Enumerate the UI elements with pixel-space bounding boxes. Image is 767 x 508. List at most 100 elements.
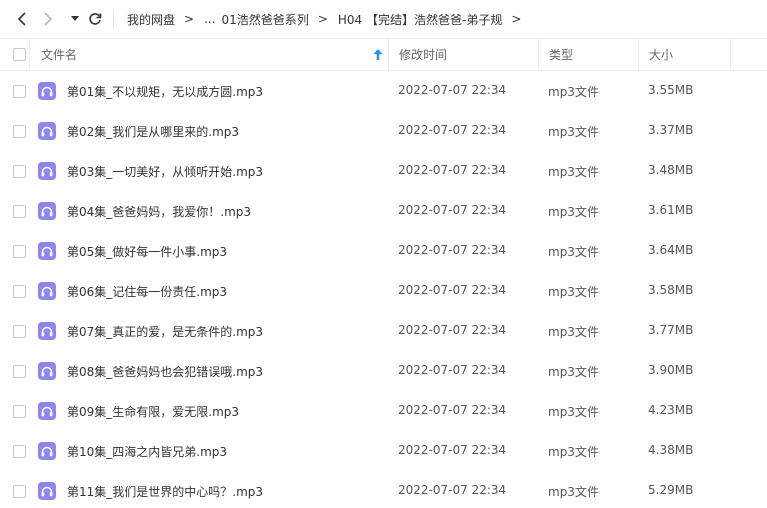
audio-file-icon	[38, 402, 56, 420]
row-checkbox[interactable]	[13, 405, 26, 418]
file-name[interactable]: 第11集_我们是世界的中心吗？.mp3	[67, 483, 263, 500]
file-name[interactable]: 第09集_生命有限，爱无限.mp3	[67, 403, 239, 420]
column-header-name[interactable]: 文件名	[29, 39, 388, 70]
file-row[interactable]: 第07集_真正的爱，是无条件的.mp3 2022-07-07 22:34 mp3文件…	[0, 311, 767, 351]
file-type: mp3文件	[548, 125, 599, 139]
column-header-spacer	[730, 39, 767, 70]
file-modified-time: 2022-07-07 22:34	[398, 283, 507, 297]
row-checkbox[interactable]	[13, 485, 26, 498]
row-checkbox[interactable]	[13, 285, 26, 298]
file-name[interactable]: 第07集_真正的爱，是无条件的.mp3	[67, 323, 263, 340]
refresh-button[interactable]	[85, 9, 105, 29]
breadcrumb: 我的网盘 > ... 01浩然爸爸系列 > H04 【完结】浩然爸爸-弟子规 >	[127, 11, 531, 27]
breadcrumb-separator[interactable]: >	[511, 12, 521, 26]
file-type: mp3文件	[548, 445, 599, 459]
file-name[interactable]: 第01集_不以规矩，无以成方圆.mp3	[67, 83, 263, 100]
file-type: mp3文件	[548, 245, 599, 259]
file-row[interactable]: 第01集_不以规矩，无以成方圆.mp3 2022-07-07 22:34 mp3文件…	[0, 71, 767, 111]
headphones-icon	[41, 126, 53, 136]
breadcrumb-item-current[interactable]: H04 【完结】浩然爸爸-弟子规	[338, 11, 502, 28]
file-size: 3.58MB	[648, 283, 694, 297]
file-name[interactable]: 第04集_爸爸妈妈，我爱你！.mp3	[67, 203, 251, 220]
file-row[interactable]: 第03集_一切美好，从倾听开始.mp3 2022-07-07 22:34 mp3文件…	[0, 151, 767, 191]
caret-down-icon	[71, 16, 79, 21]
file-name[interactable]: 第03集_一切美好，从倾听开始.mp3	[67, 163, 263, 180]
nav-divider	[113, 10, 114, 28]
file-row[interactable]: 第04集_爸爸妈妈，我爱你！.mp3 2022-07-07 22:34 mp3文件 3…	[0, 191, 767, 231]
history-dropdown-button[interactable]	[65, 9, 85, 29]
file-size: 3.64MB	[648, 243, 694, 257]
file-type: mp3文件	[548, 405, 599, 419]
row-checkbox[interactable]	[13, 205, 26, 218]
file-modified-time: 2022-07-07 22:34	[398, 323, 507, 337]
file-modified-time: 2022-07-07 22:34	[398, 83, 507, 97]
row-checkbox[interactable]	[13, 245, 26, 258]
file-size: 5.29MB	[648, 483, 694, 497]
file-modified-time: 2022-07-07 22:34	[398, 123, 507, 137]
row-checkbox[interactable]	[13, 165, 26, 178]
file-row[interactable]: 第06集_记住每一份责任.mp3 2022-07-07 22:34 mp3文件 3.5…	[0, 271, 767, 311]
file-name[interactable]: 第05集_做好每一件小事.mp3	[67, 243, 227, 260]
headphones-icon	[41, 166, 53, 176]
file-type: mp3文件	[548, 285, 599, 299]
headphones-icon	[41, 446, 53, 456]
headphones-icon	[41, 86, 53, 96]
file-row[interactable]: 第08集_爸爸妈妈也会犯错误哦.mp3 2022-07-07 22:34 mp3文件…	[0, 351, 767, 391]
file-name[interactable]: 第06集_记住每一份责任.mp3	[67, 283, 227, 300]
row-checkbox[interactable]	[13, 85, 26, 98]
column-header-name-label: 文件名	[41, 48, 78, 62]
back-button[interactable]	[12, 9, 32, 29]
file-type: mp3文件	[548, 205, 599, 219]
file-row[interactable]: 第09集_生命有限，爱无限.mp3 2022-07-07 22:34 mp3文件 4.…	[0, 391, 767, 431]
refresh-icon	[89, 13, 102, 25]
column-header-type-label: 类型	[549, 48, 574, 62]
row-checkbox[interactable]	[13, 325, 26, 338]
sort-up-arrow-icon[interactable]	[373, 49, 383, 60]
select-all-cell	[13, 39, 26, 70]
audio-file-icon	[38, 442, 56, 460]
breadcrumb-root[interactable]: 我的网盘	[127, 11, 175, 28]
file-name[interactable]: 第10集_四海之内皆兄弟.mp3	[67, 443, 227, 460]
column-header-size[interactable]: 大小	[638, 39, 730, 70]
file-row[interactable]: 第02集_我们是从哪里来的.mp3 2022-07-07 22:34 mp3文件 3.…	[0, 111, 767, 151]
column-header-type[interactable]: 类型	[538, 39, 638, 70]
file-size: 3.55MB	[648, 83, 694, 97]
forward-button[interactable]	[38, 9, 58, 29]
breadcrumb-separator: >	[317, 12, 328, 26]
headphones-icon	[41, 206, 53, 216]
file-modified-time: 2022-07-07 22:34	[398, 243, 507, 257]
file-type: mp3文件	[548, 325, 599, 339]
file-size: 3.37MB	[648, 123, 694, 137]
headphones-icon	[41, 406, 53, 416]
file-name[interactable]: 第08集_爸爸妈妈也会犯错误哦.mp3	[67, 363, 263, 380]
file-modified-time: 2022-07-07 22:34	[398, 363, 507, 377]
audio-file-icon	[38, 202, 56, 220]
file-row[interactable]: 第05集_做好每一件小事.mp3 2022-07-07 22:34 mp3文件 3.6…	[0, 231, 767, 271]
audio-file-icon	[38, 162, 56, 180]
file-type: mp3文件	[548, 485, 599, 499]
audio-file-icon	[38, 482, 56, 500]
chevron-left-icon	[17, 12, 26, 26]
row-checkbox[interactable]	[13, 365, 26, 378]
file-modified-time: 2022-07-07 22:34	[398, 163, 507, 177]
audio-file-icon	[38, 282, 56, 300]
column-header-modified[interactable]: 修改时间	[388, 39, 538, 70]
file-modified-time: 2022-07-07 22:34	[398, 443, 507, 457]
file-name[interactable]: 第02集_我们是从哪里来的.mp3	[67, 123, 239, 140]
file-size: 3.61MB	[648, 203, 694, 217]
row-checkbox[interactable]	[13, 445, 26, 458]
file-size: 4.23MB	[648, 403, 694, 417]
file-row[interactable]: 第11集_我们是世界的中心吗？.mp3 2022-07-07 22:34 mp3文件…	[0, 471, 767, 508]
breadcrumb-item-folder[interactable]: 01浩然爸爸系列	[222, 11, 309, 28]
breadcrumb-ellipsis[interactable]: ...	[204, 12, 215, 26]
file-row[interactable]: 第10集_四海之内皆兄弟.mp3 2022-07-07 22:34 mp3文件 4.3…	[0, 431, 767, 471]
headphones-icon	[41, 246, 53, 256]
headphones-icon	[41, 366, 53, 376]
audio-file-icon	[38, 362, 56, 380]
file-size: 4.38MB	[648, 443, 694, 457]
file-type: mp3文件	[548, 165, 599, 179]
select-all-checkbox[interactable]	[13, 48, 26, 61]
row-checkbox[interactable]	[13, 125, 26, 138]
file-list-header: 文件名 修改时间 类型 大小	[0, 38, 767, 71]
file-type: mp3文件	[548, 365, 599, 379]
